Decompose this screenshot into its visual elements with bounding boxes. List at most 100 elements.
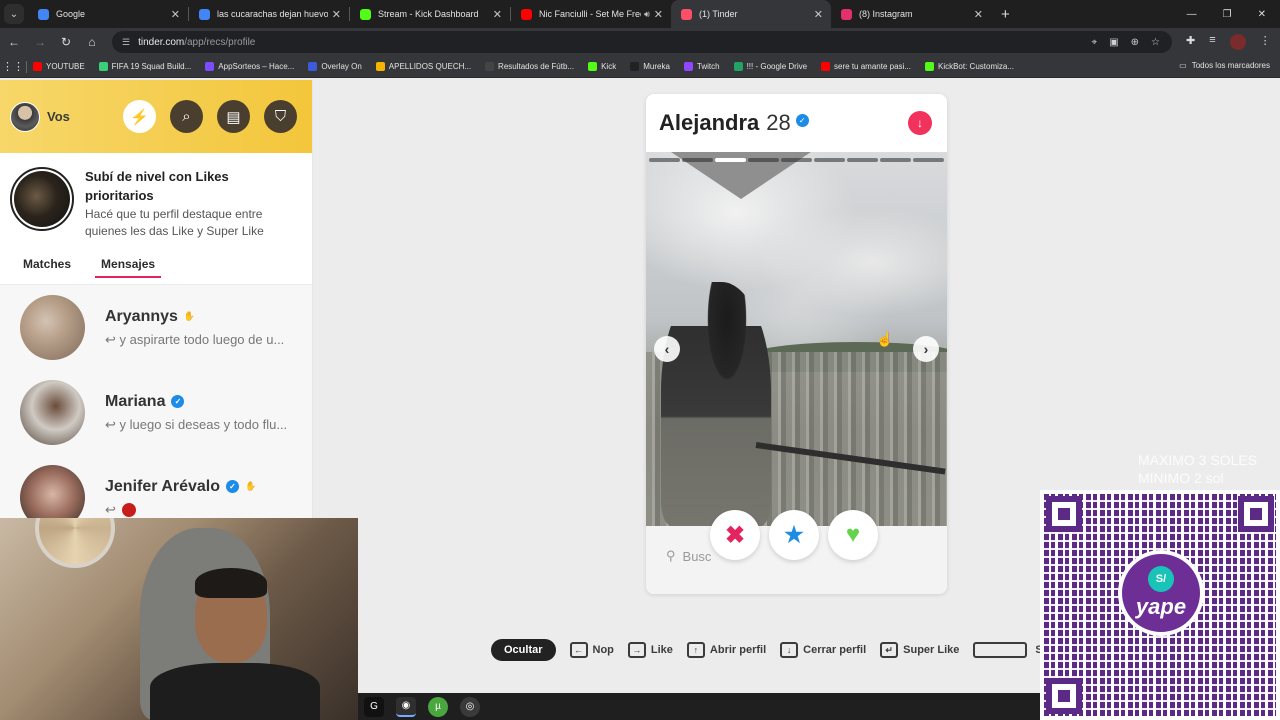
profile-photo[interactable]: ‹ › ☝ xyxy=(646,152,947,526)
forward-arrow-icon[interactable]: → xyxy=(28,35,52,49)
photo-progress-segment[interactable] xyxy=(880,158,911,162)
back-arrow-icon[interactable]: ← xyxy=(2,35,26,49)
verified-badge-icon: ✓ xyxy=(171,395,185,408)
bookmark-appsorteos[interactable]: AppSorteos – Hace... xyxy=(205,62,294,71)
bookmark-sere-tu-amante[interactable]: sere tu amante pasi... xyxy=(821,62,911,71)
bookmark-youtube[interactable]: YOUTUBE xyxy=(33,62,85,71)
location-pin-icon[interactable]: ⌖ xyxy=(1092,37,1098,48)
profile-footer: ⚲ Busc ✖ ★ ♥ xyxy=(646,510,947,594)
tab-title: las cucarachas dejan huevos - B xyxy=(217,9,328,19)
photo-progress-segment[interactable] xyxy=(682,158,713,162)
photo-progress-bar xyxy=(649,158,944,162)
all-bookmarks[interactable]: ▭ Todos los marcadores xyxy=(1179,61,1270,70)
right-arrow-key-icon: → xyxy=(627,642,646,658)
bookmark-kickbot[interactable]: KickBot: Customiza... xyxy=(924,62,1014,71)
tab-google[interactable]: Google ✕ xyxy=(28,0,188,28)
wave-hand-icon: ✋ xyxy=(183,311,196,321)
photo-progress-segment[interactable] xyxy=(847,158,878,162)
bookmark-overlay-on[interactable]: Overlay On xyxy=(308,62,362,71)
logitech-g-icon[interactable]: G xyxy=(364,696,384,717)
profile-avatar-icon[interactable] xyxy=(1229,34,1246,50)
search-field[interactable]: ⚲ Busc xyxy=(666,548,711,564)
new-tab-plus-icon[interactable]: + xyxy=(1001,6,1010,23)
tab-matches[interactable]: Matches xyxy=(23,257,71,273)
super-like-star-button[interactable]: ★ xyxy=(769,510,819,560)
window-close-icon[interactable]: ✕ xyxy=(1258,9,1266,20)
photo-progress-segment[interactable] xyxy=(814,158,845,162)
apps-grid-icon[interactable]: ⋮⋮ xyxy=(0,60,26,73)
promo-title: Subí de nivel con Likes prioritarios xyxy=(85,169,229,203)
tab-instagram[interactable]: (8) Instagram ✕ xyxy=(831,0,991,28)
close-icon[interactable]: ✕ xyxy=(332,8,341,21)
close-profile-arrow-icon[interactable]: ↓ xyxy=(908,111,932,135)
photo-progress-segment[interactable] xyxy=(748,158,779,162)
message-item[interactable]: Aryannys ✋ ↩ y aspirarte todo luego de u.… xyxy=(0,285,312,370)
tab-cucarachas[interactable]: las cucarachas dejan huevos - B ✕ xyxy=(189,0,349,28)
kebab-menu-icon[interactable]: ⋮ xyxy=(1260,34,1271,50)
bookmark-google-drive[interactable]: !!! - Google Drive xyxy=(733,62,807,71)
boost-lightning-icon[interactable]: ⚡ xyxy=(123,100,156,133)
bookmark-fifa[interactable]: FIFA 19 Squad Build... xyxy=(98,62,191,71)
profile-header: Alejandra 28 ✓ ↓ xyxy=(646,94,947,152)
extensions-puzzle-icon[interactable]: ✚ xyxy=(1186,34,1195,50)
tab-youtube-music[interactable]: Nic Fanciulli - Set Me Free ( 🔊︎ ✕ xyxy=(511,0,671,28)
youtube-icon xyxy=(821,62,831,71)
restore-icon[interactable]: ❐ xyxy=(1223,9,1232,20)
bookmark-twitch[interactable]: Twitch xyxy=(683,62,720,71)
priority-likes-promo[interactable]: Subí de nivel con Likes prioritarios Hac… xyxy=(0,153,312,245)
speaker-icon[interactable]: 🔊︎ xyxy=(644,9,650,20)
zoom-icon[interactable]: ⊕ xyxy=(1131,37,1139,48)
photo-progress-segment[interactable] xyxy=(649,158,680,162)
photo-progress-segment[interactable] xyxy=(715,158,746,162)
media-control-icon[interactable]: ≡ xyxy=(1209,34,1215,50)
minimize-icon[interactable]: — xyxy=(1187,9,1197,20)
swipe-actions: ✖ ★ ♥ xyxy=(710,510,878,560)
sidebar-header: Vos ⚡ ⌕ ▤ ⛉ xyxy=(0,80,312,153)
close-icon[interactable]: ✕ xyxy=(974,8,983,21)
photo-progress-segment[interactable] xyxy=(913,158,944,162)
user-name[interactable]: Vos xyxy=(47,109,70,124)
reload-icon[interactable]: ↻ xyxy=(54,35,78,49)
message-item[interactable]: Jenifer Arévalo ✓ ✋ ↩ xyxy=(0,455,312,520)
taskbar: G ◉ µ ◎ xyxy=(358,693,1048,720)
tinder-favicon-icon xyxy=(681,8,692,20)
url-path: /app/recs/profile xyxy=(184,36,256,48)
obs-icon[interactable]: ◎ xyxy=(460,696,480,717)
bookmark-apellidos[interactable]: APELLIDOS QUECH... xyxy=(375,62,472,71)
cast-icon[interactable]: ▣ xyxy=(1109,37,1118,48)
tab-kick-dashboard[interactable]: Stream - Kick Dashboard ✕ xyxy=(350,0,510,28)
nope-x-button[interactable]: ✖ xyxy=(710,510,760,560)
user-avatar[interactable] xyxy=(10,101,40,132)
message-item[interactable]: Mariana ✓ ↩ y luego si deseas y todo flu.… xyxy=(0,370,312,455)
like-heart-button[interactable]: ♥ xyxy=(828,510,878,560)
tab-tinder[interactable]: (1) Tinder ✕ xyxy=(671,0,831,28)
tab-search-button[interactable]: ⌄ xyxy=(4,4,24,24)
bookmark-resultados[interactable]: Resultados de Fútb... xyxy=(485,62,574,71)
photo-progress-segment[interactable] xyxy=(781,158,812,162)
address-bar[interactable]: ☰ tinder.com/app/recs/profile ⌖ ▣ ⊕ ☆ xyxy=(112,31,1172,53)
close-icon[interactable]: ✕ xyxy=(814,8,823,21)
shield-icon[interactable]: ⛉ xyxy=(264,100,297,133)
site-info-icon[interactable]: ☰ xyxy=(122,37,130,48)
close-icon[interactable]: ✕ xyxy=(654,8,663,21)
home-icon[interactable]: ⌂ xyxy=(80,35,104,49)
utorrent-icon[interactable]: µ xyxy=(428,696,448,717)
explore-search-icon[interactable]: ⌕ xyxy=(170,100,203,133)
bookmark-mureka[interactable]: Mureka xyxy=(630,62,670,71)
close-icon[interactable]: ✕ xyxy=(171,8,180,21)
tab-title: (8) Instagram xyxy=(859,9,913,19)
previous-photo-chevron-icon[interactable]: ‹ xyxy=(654,336,680,362)
bookmark-label: APELLIDOS QUECH... xyxy=(388,62,472,71)
photo-person xyxy=(661,282,771,526)
bookmark-star-icon[interactable]: ☆ xyxy=(1151,37,1160,48)
close-icon[interactable]: ✕ xyxy=(493,8,502,21)
tab-mensajes[interactable]: Mensajes xyxy=(95,257,162,278)
briefcase-icon[interactable]: ▤ xyxy=(217,100,250,133)
profile-card: Alejandra 28 ✓ ↓ ‹ › ☝ ⚲ Busc ✖ ★ ♥ xyxy=(646,94,947,594)
next-photo-chevron-icon[interactable]: › xyxy=(913,336,939,362)
streamer-hair xyxy=(195,568,267,598)
qr-finder-bottom-left xyxy=(1046,678,1082,714)
bookmark-kick[interactable]: Kick xyxy=(588,62,616,71)
hide-shortcuts-button[interactable]: Ocultar xyxy=(491,639,556,661)
chrome-icon[interactable]: ◉ xyxy=(396,696,416,717)
